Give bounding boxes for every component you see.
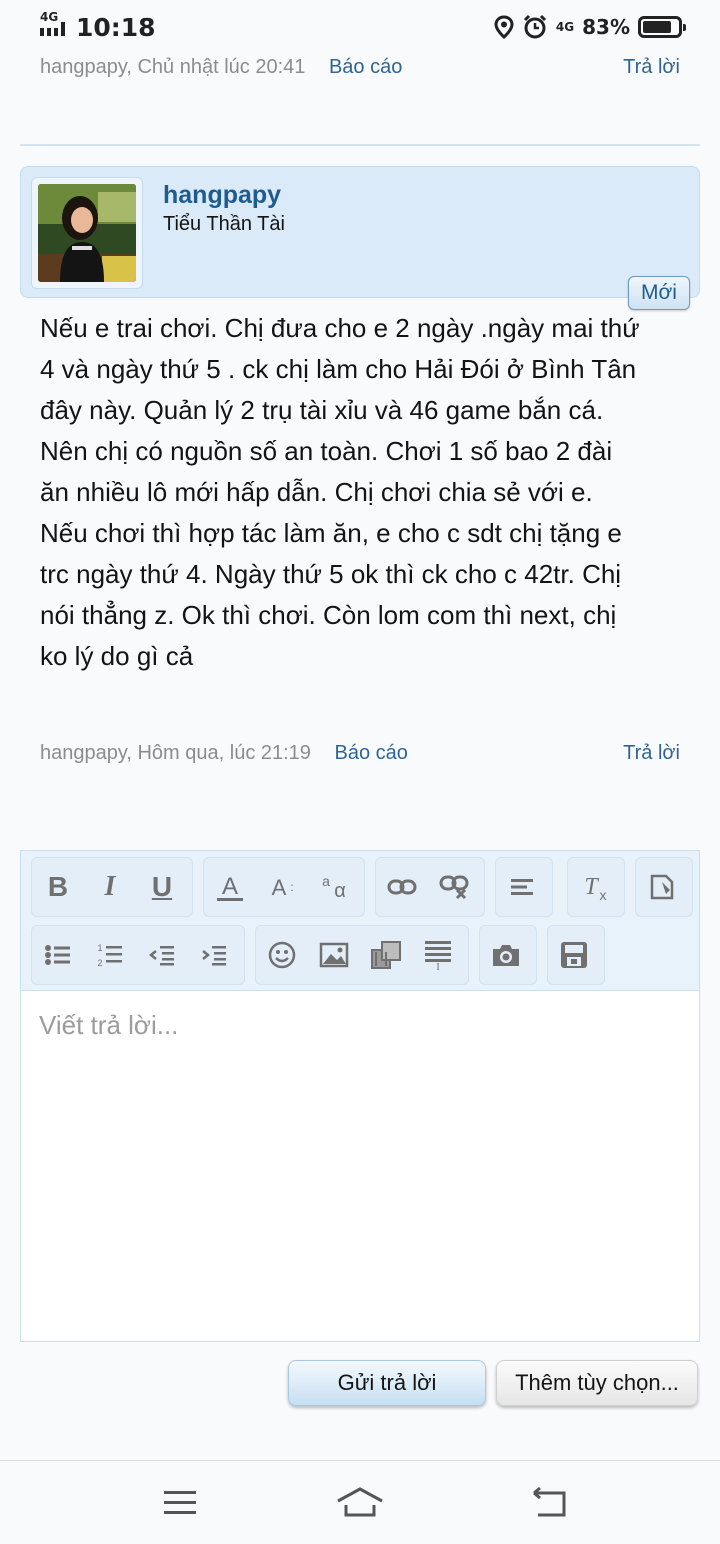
unlink-icon[interactable] [428,857,480,917]
toggle-bbcode-icon[interactable] [636,857,688,917]
svg-text:T: T [584,874,599,900]
toolbar-group-mode [635,857,693,917]
font-size-icon[interactable]: A: [256,857,308,917]
save-draft-icon[interactable] [548,925,600,985]
new-badge: Mới [628,276,690,310]
toolbar-group-link [375,857,485,917]
more-options-button[interactable]: Thêm tùy chọn... [496,1360,698,1406]
menu-icon[interactable] [156,1485,204,1521]
smiley-icon[interactable] [256,925,308,985]
location-icon [494,15,514,39]
camera-icon[interactable] [480,925,532,985]
svg-text:A: A [272,875,287,900]
underline-icon[interactable]: U [136,857,188,917]
avatar-image [38,184,136,282]
bullet-list-icon[interactable] [32,925,84,985]
reply-textarea[interactable]: Viết trả lời... [21,992,699,1342]
user-title: Tiểu Thần Tài [163,213,285,235]
battery-percent: 83% [582,15,630,39]
clock: 10:18 [76,12,156,42]
send-reply-button[interactable]: Gửi trả lời [288,1360,486,1406]
toolbar-group-text-style: B I U [31,857,193,917]
reply-editor: B I U A A: aα T x 1 2 I Viết trả lời... [20,850,700,1342]
toolbar-group-format: Tx [567,857,625,917]
alarm-icon [523,14,546,39]
status-bar: 4G 10:18 4G 83% [0,0,720,56]
back-icon[interactable] [524,1485,572,1521]
signal-icon: 4G [38,10,72,42]
link-icon[interactable] [376,857,428,917]
post-meta: hangpapy, Hôm qua, lúc 21:19 Báo cáo Trả… [40,742,680,772]
indent-icon[interactable] [188,925,240,985]
insert-icon[interactable]: I [412,925,464,985]
media-icon[interactable] [360,925,412,985]
toolbar-group-font: A A: aα [203,857,365,917]
italic-icon[interactable]: I [84,857,136,917]
post-author-date[interactable]: hangpapy, Hôm qua, lúc 21:19 [40,742,311,764]
message-user-info: hangpapy Tiểu Thần Tài [20,166,700,298]
svg-text:a: a [322,873,330,889]
username[interactable]: hangpapy [163,181,281,210]
message-text: Nếu e trai chơi. Chị đưa cho e 2 ngày .n… [40,313,640,671]
svg-text:α: α [334,880,346,902]
svg-text:2: 2 [97,958,102,968]
reply-link[interactable]: Trả lời [623,56,680,79]
home-icon[interactable] [336,1485,384,1521]
previous-post-meta: hangpapy, Chủ nhật lúc 20:41 Báo cáo Trả… [40,56,680,86]
font-color-icon[interactable]: A [204,857,256,917]
svg-text:A: A [222,873,238,900]
avatar[interactable] [31,177,143,289]
font-family-icon[interactable]: aα [308,857,360,917]
report-link[interactable]: Báo cáo [329,56,402,78]
battery-icon [638,16,686,38]
numbered-list-icon[interactable]: 12 [84,925,136,985]
bold-icon[interactable]: B [32,857,84,917]
network-type-label: 4G [40,10,59,24]
report-link[interactable]: Báo cáo [335,742,408,764]
svg-text:1: 1 [97,943,102,953]
post-author-date[interactable]: hangpapy, Chủ nhật lúc 20:41 [40,56,305,78]
reply-link[interactable]: Trả lời [623,742,680,765]
svg-text:I: I [436,962,439,971]
svg-text::: : [290,880,293,894]
image-icon[interactable] [308,925,360,985]
toolbar-group-camera [479,925,537,985]
remove-format-icon[interactable]: Tx [568,857,620,917]
toolbar-group-draft [547,925,605,985]
system-nav-bar [0,1460,720,1544]
outdent-icon[interactable] [136,925,188,985]
align-icon[interactable] [496,857,548,917]
editor-toolbar: B I U A A: aα T x 1 2 I [21,851,699,991]
svg-text:x: x [600,887,607,902]
mobile-data-label: 4G [555,20,575,34]
post-divider [20,144,700,146]
toolbar-group-insert: I [255,925,469,985]
toolbar-group-lists: 12 [31,925,245,985]
editor-placeholder: Viết trả lời... [39,1010,179,1040]
toolbar-group-align [495,857,553,917]
